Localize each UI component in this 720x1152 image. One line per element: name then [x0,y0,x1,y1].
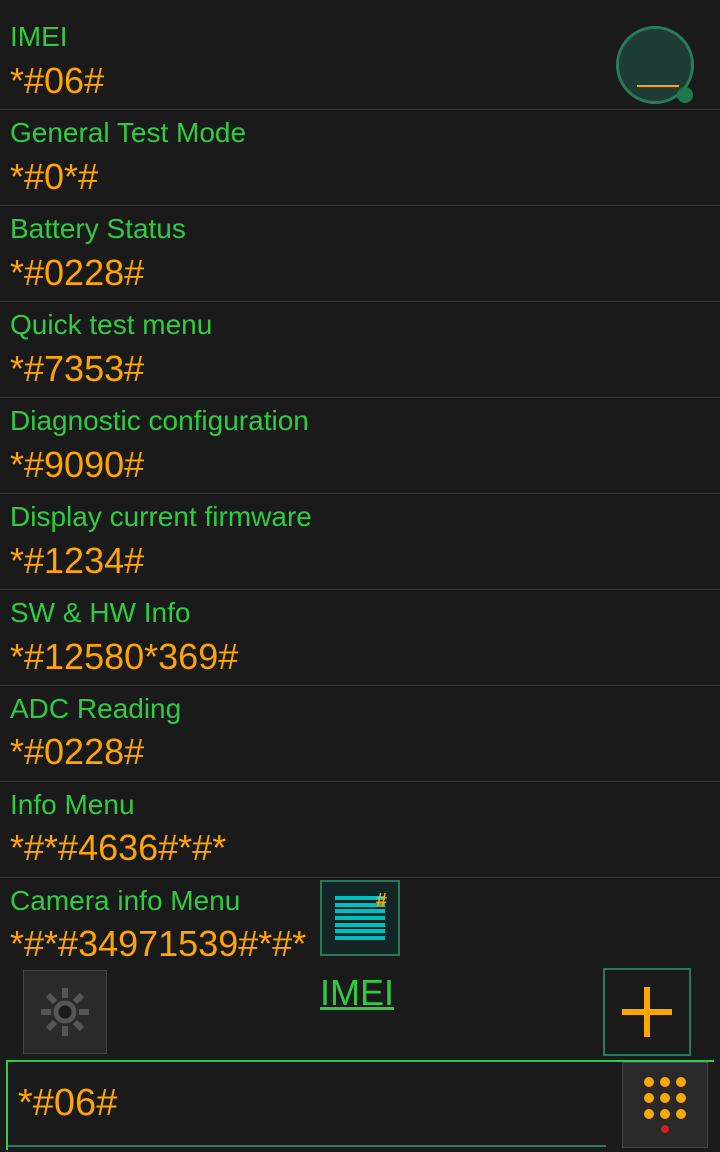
item-title: General Test Mode [10,116,710,150]
list-item[interactable]: Quick test menu *#7353# [0,302,720,398]
dialpad-icon [644,1077,686,1087]
list-item[interactable]: Diagnostic configuration *#9090# [0,398,720,494]
list-item[interactable]: IMEI *#06# [0,14,720,110]
item-title: Info Menu [10,788,710,822]
item-title: Diagnostic configuration [10,404,710,438]
code-list[interactable]: IMEI *#06# General Test Mode *#0*# Battery S… [0,0,720,966]
item-code: *#*#4636#*#* [10,827,710,868]
search-button[interactable] [616,26,704,114]
code-input-section: *#06# [6,1060,714,1150]
list-item[interactable]: Battery Status *#0228# [0,206,720,302]
item-title: SW & HW Info [10,596,710,630]
list-item[interactable]: Display current firmware *#1234# [0,494,720,590]
magnifier-icon [616,26,694,104]
item-code: *#0228# [10,252,710,293]
search-caret [637,85,679,87]
item-code: *#0228# [10,731,710,772]
add-button[interactable] [603,968,691,1056]
settings-button[interactable] [23,970,107,1054]
list-item[interactable]: General Test Mode *#0*# [0,110,720,206]
item-title: Quick test menu [10,308,710,342]
item-code: *#12580*369# [10,636,710,677]
list-icon: # [335,896,385,940]
item-code: *#1234# [10,540,710,581]
item-title: Display current firmware [10,500,710,534]
item-title: IMEI [10,20,710,54]
detail-label[interactable]: IMEI [320,972,394,1014]
item-code: *#06# [10,60,710,101]
list-item[interactable]: Info Menu *#*#4636#*#* [0,782,720,878]
item-code: *#9090# [10,444,710,485]
list-item[interactable]: SW & HW Info *#12580*369# [0,590,720,686]
list-item[interactable]: ADC Reading *#0228# [0,686,720,782]
item-code: *#7353# [10,348,710,389]
list-mode-button[interactable]: # [320,880,400,956]
item-code: *#0*# [10,156,710,197]
dialpad-button[interactable] [622,1062,708,1148]
gear-icon [41,988,89,1036]
code-input[interactable]: *#06# [8,1062,606,1147]
magnifier-handle-icon [677,87,693,103]
item-title: Battery Status [10,212,710,246]
hash-icon: # [376,890,387,913]
item-title: ADC Reading [10,692,710,726]
